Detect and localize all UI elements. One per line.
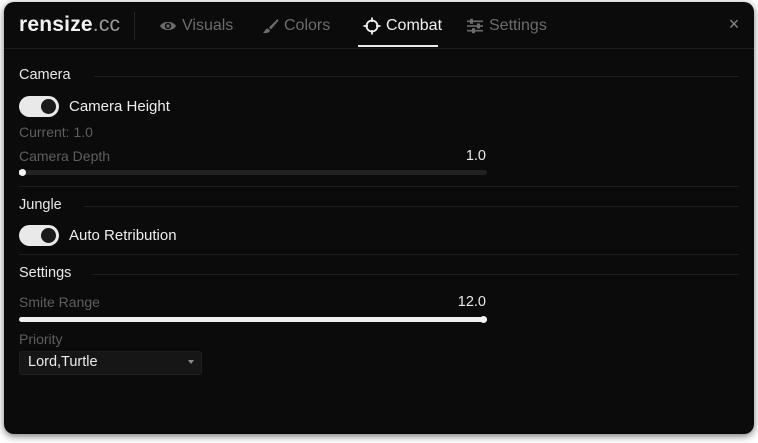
tab-label: Visuals [182, 17, 234, 34]
close-button[interactable]: × [724, 14, 744, 34]
camera-depth-value: 1.0 [465, 148, 486, 164]
smite-range-value: 12.0 [457, 294, 486, 310]
section-divider [94, 76, 739, 77]
camera-height-label: Camera Height [69, 98, 170, 115]
eye-icon [160, 21, 176, 31]
toggle-knob [41, 99, 56, 114]
header-bar: rensize.cc Visuals Colors Combat Setting… [4, 2, 754, 49]
section-title-settings: Settings [19, 265, 72, 281]
chevron-down-icon [188, 360, 194, 364]
smite-range-thumb[interactable] [480, 316, 487, 323]
section-title-jungle: Jungle [19, 197, 62, 213]
tab-colors[interactable]: Colors [262, 14, 330, 38]
camera-height-toggle[interactable] [19, 96, 59, 117]
auto-retribution-label: Auto Retribution [69, 227, 177, 244]
logo-domain-text: .cc [92, 13, 121, 36]
priority-label: Priority [19, 331, 63, 347]
toggle-knob [41, 228, 56, 243]
smite-range-slider[interactable] [19, 316, 487, 323]
priority-select[interactable]: Lord,Turtle [19, 351, 202, 375]
section-divider [92, 274, 739, 275]
section-divider [84, 206, 739, 207]
section-divider [19, 254, 739, 255]
camera-depth-slider[interactable] [19, 169, 487, 176]
tab-label: Colors [284, 17, 331, 34]
tab-label: Settings [489, 17, 547, 34]
brush-icon [263, 19, 279, 34]
tab-visuals[interactable]: Visuals [159, 14, 233, 38]
section-divider [19, 186, 739, 187]
tab-combat[interactable]: Combat [363, 14, 442, 38]
smite-range-fill [19, 317, 487, 322]
app-window: rensize.cc Visuals Colors Combat Setting… [4, 2, 754, 434]
camera-depth-label: Camera Depth [19, 148, 111, 164]
smite-range-label: Smite Range [19, 294, 100, 310]
tab-settings[interactable]: Settings [466, 14, 547, 38]
camera-current-value: Current: 1.0 [19, 124, 93, 140]
auto-retribution-toggle[interactable] [19, 225, 59, 246]
crosshair-icon [363, 17, 381, 35]
logo-divider [134, 12, 135, 40]
priority-selected-value: Lord,Turtle [28, 354, 98, 370]
active-tab-indicator [358, 45, 438, 47]
camera-depth-thumb[interactable] [19, 169, 26, 176]
tab-label: Combat [386, 17, 443, 34]
section-title-camera: Camera [19, 67, 71, 83]
logo-main-text: rensize [19, 13, 93, 36]
sliders-icon [467, 18, 483, 34]
logo: rensize.cc [19, 13, 120, 37]
